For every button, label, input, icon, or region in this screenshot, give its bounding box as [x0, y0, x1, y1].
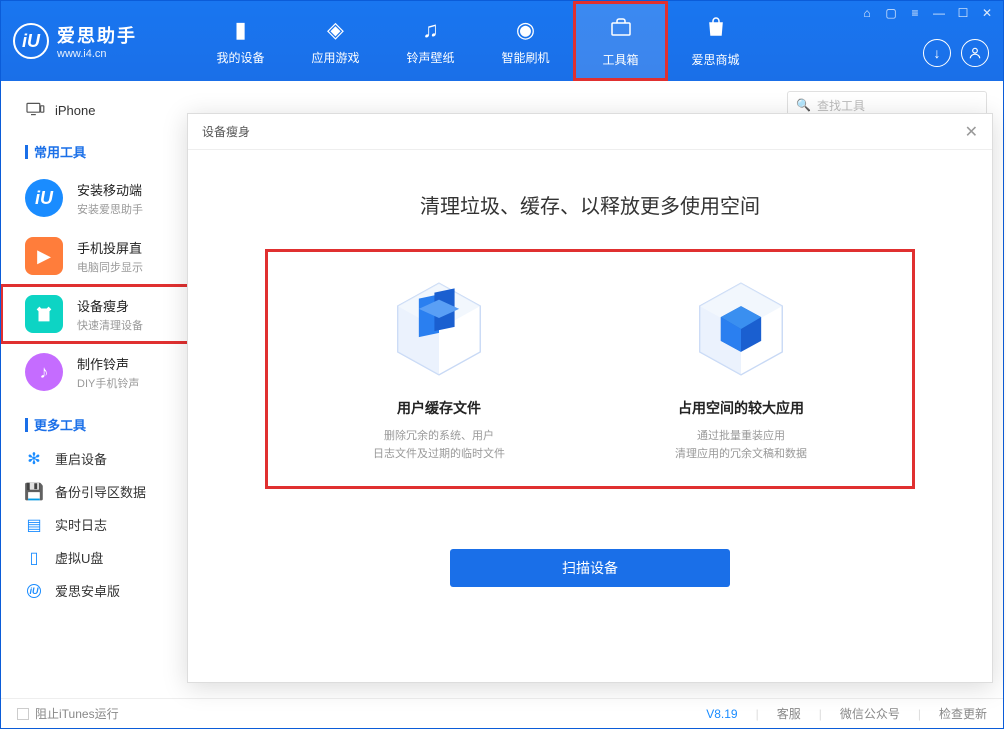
menu-icon[interactable]: ≡: [907, 5, 923, 21]
app-window: iU 爱思助手 www.i4.cn ▮ 我的设备 ◈ 应用游戏 ♫ 铃声壁纸 ◉…: [0, 0, 1004, 729]
usb-icon: ▯: [25, 549, 43, 567]
toolbox-icon: [609, 15, 633, 45]
save-icon: 💾: [25, 483, 43, 501]
modal-close-button[interactable]: ✕: [965, 122, 978, 142]
option2-desc: 通过批量重装应用 清理应用的冗余文稿和数据: [675, 428, 807, 463]
shirt-icon[interactable]: ⌂: [859, 5, 875, 21]
music-file-icon: ♫: [422, 17, 439, 43]
window-controls: ⌂ ▢ ≡ — ☐ ✕: [859, 5, 995, 21]
nav-tabs: ▮ 我的设备 ◈ 应用游戏 ♫ 铃声壁纸 ◉ 智能刷机 工具箱: [193, 1, 763, 81]
itunes-block-checkbox[interactable]: [17, 708, 29, 720]
options-container: 用户缓存文件 删除冗余的系统、用户 日志文件及过期的临时文件: [265, 249, 915, 489]
app-url: www.i4.cn: [57, 48, 137, 60]
note-icon[interactable]: ▢: [883, 5, 899, 21]
minimize-icon[interactable]: —: [931, 5, 947, 21]
install-icon: iU: [25, 179, 63, 217]
android-icon: iU: [25, 582, 43, 600]
refresh-icon: ◉: [516, 17, 535, 43]
download-button[interactable]: ↓: [923, 39, 951, 67]
play-icon: ▶: [25, 237, 63, 275]
scan-device-button[interactable]: 扫描设备: [450, 549, 730, 587]
logo-icon: iU: [13, 23, 49, 59]
modal-heading: 清理垃圾、缓存、以释放更多使用空间: [420, 190, 760, 219]
option-user-cache[interactable]: 用户缓存文件 删除冗余的系统、用户 日志文件及过期的临时文件: [309, 274, 569, 463]
cube-icon: ◈: [327, 17, 344, 43]
option-large-apps[interactable]: 占用空间的较大应用 通过批量重装应用 清理应用的冗余文稿和数据: [611, 274, 871, 463]
nav-apps-games[interactable]: ◈ 应用游戏: [288, 1, 383, 81]
option1-title: 用户缓存文件: [397, 398, 481, 418]
cache-cube-icon: [384, 274, 494, 384]
logo-area: iU 爱思助手 www.i4.cn: [13, 22, 193, 60]
nav-smart-flash[interactable]: ◉ 智能刷机: [478, 1, 573, 81]
logo-text: 爱思助手 www.i4.cn: [57, 22, 137, 60]
header-actions: ↓: [923, 39, 989, 67]
device-icon: [25, 101, 45, 120]
maximize-icon[interactable]: ☐: [955, 5, 971, 21]
nav-my-device[interactable]: ▮ 我的设备: [193, 1, 288, 81]
status-right: V8.19 | 客服 | 微信公众号 | 检查更新: [706, 705, 987, 722]
app-cube-icon: [686, 274, 796, 384]
update-link[interactable]: 检查更新: [939, 705, 987, 722]
close-icon[interactable]: ✕: [979, 5, 995, 21]
option2-title: 占用空间的较大应用: [678, 398, 804, 418]
statusbar: 阻止iTunes运行 V8.19 | 客服 | 微信公众号 | 检查更新: [1, 698, 1003, 728]
status-left: 阻止iTunes运行: [17, 705, 119, 722]
user-button[interactable]: [961, 39, 989, 67]
device-slim-modal: 设备瘦身 ✕ 清理垃圾、缓存、以释放更多使用空间: [187, 113, 993, 683]
log-icon: ▤: [25, 516, 43, 534]
wechat-link[interactable]: 微信公众号: [840, 705, 900, 722]
device-name: iPhone: [55, 103, 95, 118]
music-icon: ♪: [25, 353, 63, 391]
loading-icon: ✻: [25, 450, 43, 468]
nav-store[interactable]: 爱思商城: [668, 1, 763, 81]
support-link[interactable]: 客服: [777, 705, 801, 722]
nav-toolbox[interactable]: 工具箱: [573, 1, 668, 81]
phone-icon: ▮: [234, 17, 246, 43]
version-label: V8.19: [706, 707, 737, 721]
shirt-clean-icon: [25, 295, 63, 333]
modal-header: 设备瘦身 ✕: [188, 114, 992, 150]
modal-body: 清理垃圾、缓存、以释放更多使用空间 用户缓存文件: [188, 150, 992, 682]
modal-title-bar: 设备瘦身: [202, 123, 250, 140]
search-icon: 🔍: [796, 98, 811, 112]
itunes-block-label: 阻止iTunes运行: [35, 705, 119, 722]
bag-icon: [704, 15, 728, 45]
app-title: 爱思助手: [57, 22, 137, 48]
nav-ringtone-wallpaper[interactable]: ♫ 铃声壁纸: [383, 1, 478, 81]
titlebar: iU 爱思助手 www.i4.cn ▮ 我的设备 ◈ 应用游戏 ♫ 铃声壁纸 ◉…: [1, 1, 1003, 81]
option1-desc: 删除冗余的系统、用户 日志文件及过期的临时文件: [373, 428, 505, 463]
